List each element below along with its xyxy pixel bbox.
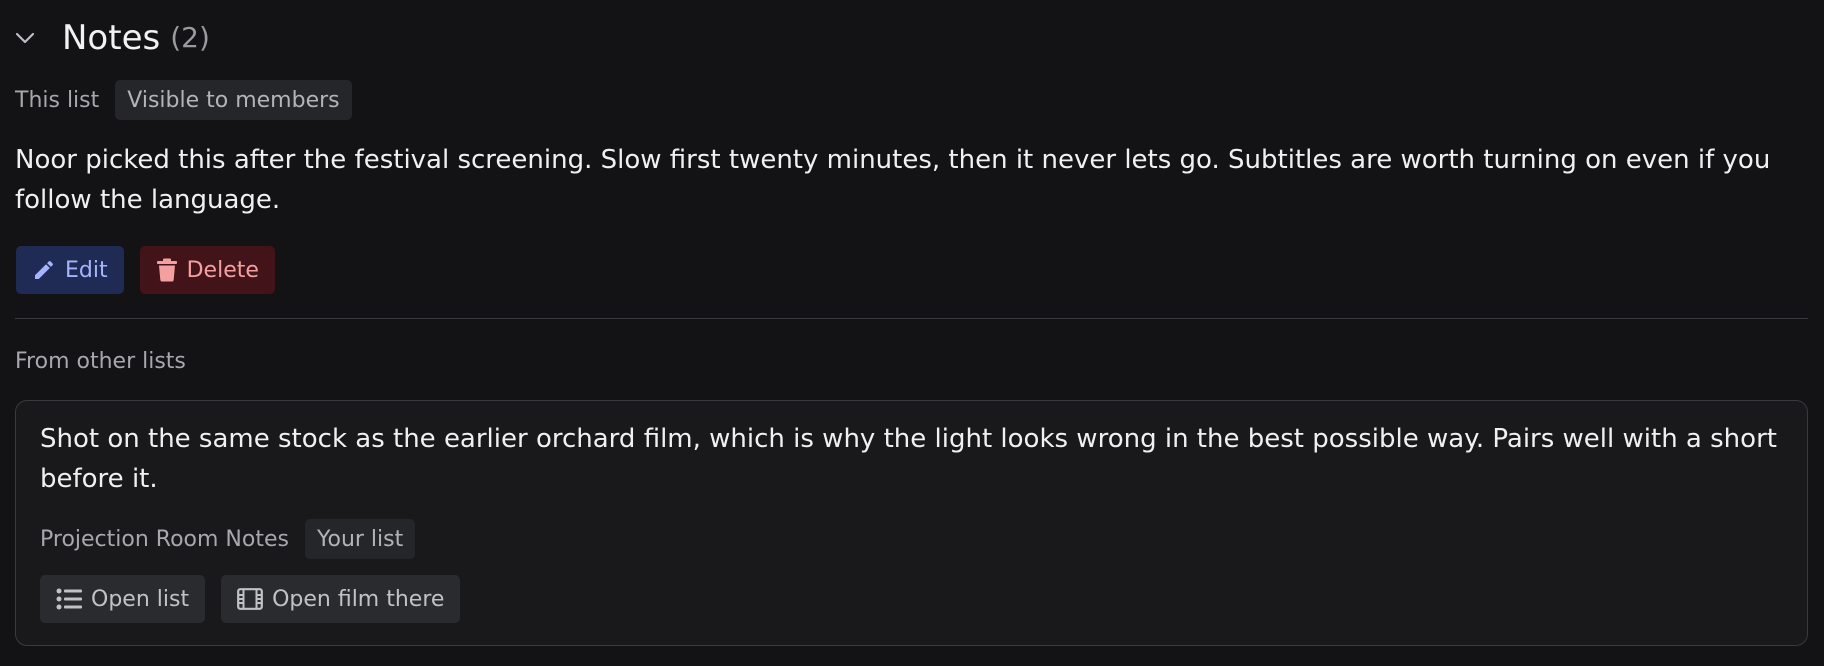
this-list-label: This list [15,87,100,113]
your-list-badge: Your list [304,519,416,559]
other-note-meta: Projection Room Notes Your list [40,519,1783,559]
open-list-button[interactable]: Open list [40,575,206,623]
delete-button[interactable]: Delete [139,246,275,294]
notes-header: Notes (2) [15,18,1808,58]
note-text: Noor picked this after the festival scre… [15,145,1771,215]
other-note-text: Shot on the same stock as the earlier or… [40,424,1777,494]
open-list-label: Open list [91,586,190,612]
trash-icon [156,258,177,282]
this-list-row: This list Visible to members [15,80,1808,120]
pencil-icon [35,261,53,279]
notes-count: (2) [170,21,210,54]
open-film-button[interactable]: Open film there [221,575,461,623]
list-icon [56,588,82,610]
other-list-note-card: Shot on the same stock as the earlier or… [15,400,1808,646]
film-icon [237,588,263,610]
edit-label: Edit [65,257,108,283]
visibility-badge: Visible to members [115,80,352,120]
notes-panel: Notes (2) This list Visible to members N… [0,18,1824,666]
note-actions: Edit Delete [15,246,1808,294]
delete-label: Delete [186,257,259,283]
open-film-label: Open film there [272,586,445,612]
divider [15,318,1808,319]
other-lists-label: From other lists [15,349,186,374]
list-name: Projection Room Notes [40,526,289,552]
other-note-actions: Open list Open film there [40,575,1783,623]
page-title: Notes [62,18,161,58]
chevron-down-icon[interactable] [15,22,47,54]
edit-button[interactable]: Edit [16,246,124,294]
